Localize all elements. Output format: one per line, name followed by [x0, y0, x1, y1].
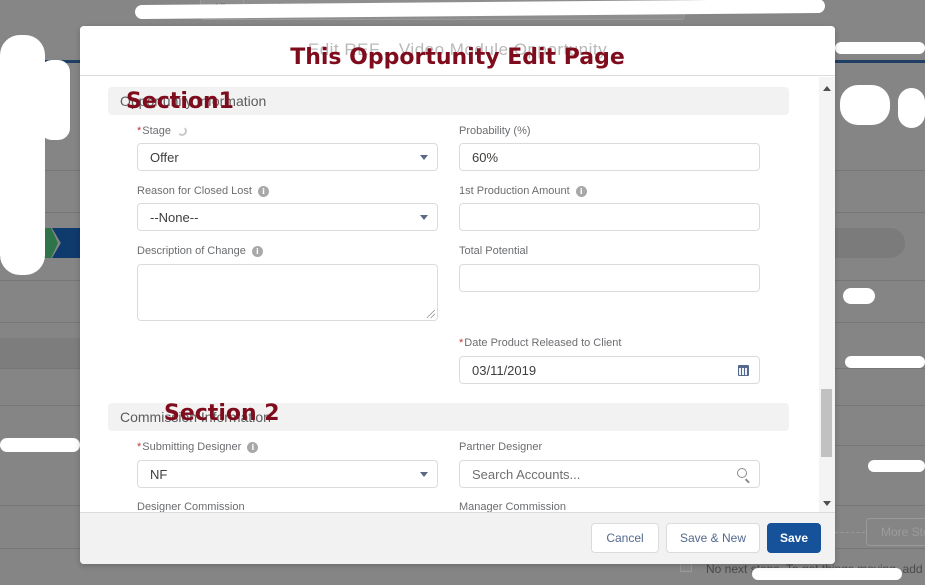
probability-value: 60% [472, 149, 499, 165]
redaction [845, 356, 925, 368]
redaction [840, 85, 890, 125]
redaction [868, 460, 925, 472]
scrollbar-thumb[interactable] [821, 389, 832, 457]
description-label: Description of Change i [137, 245, 263, 257]
release-date-label: *Date Product Released to Client [459, 337, 621, 349]
description-textarea[interactable] [137, 264, 438, 321]
designer-value: NF [150, 466, 168, 482]
required-marker: * [459, 337, 464, 349]
more-steps-label: More Steps [881, 525, 925, 539]
scroll-down-arrow-icon[interactable] [823, 501, 831, 506]
partner-designer-lookup[interactable]: Search Accounts... [459, 460, 760, 488]
required-marker: * [137, 125, 142, 137]
scroll-up-arrow-icon[interactable] [823, 86, 831, 91]
reason-closed-lost-select[interactable]: --None-- [137, 203, 438, 231]
submitting-designer-label: *Submitting Designer i [137, 441, 259, 453]
stage-select[interactable]: Offer [137, 143, 438, 171]
timeline-connector [835, 532, 865, 533]
first-production-amount-input[interactable] [459, 203, 760, 231]
label-text: 1st Production Amount [459, 185, 570, 197]
required-marker: * [137, 441, 142, 453]
label-text: Submitting Designer [142, 441, 242, 453]
redaction [0, 35, 45, 275]
redaction [0, 438, 80, 452]
first-production-amount-label: 1st Production Amount i [459, 185, 587, 197]
cancel-button[interactable]: Cancel [591, 523, 659, 553]
label-text: Stage [142, 125, 172, 137]
modal-scrollbar[interactable] [819, 77, 835, 514]
label-text: Partner Designer [459, 441, 543, 453]
calendar-icon[interactable] [738, 365, 749, 376]
label-text: Reason for Closed Lost [137, 185, 252, 197]
redaction [843, 288, 875, 304]
chevron-down-icon [420, 472, 428, 477]
label-text: Probability (%) [459, 125, 531, 137]
info-icon[interactable]: i [575, 185, 587, 197]
info-icon[interactable]: i [257, 185, 269, 197]
chevron-down-icon [420, 215, 428, 220]
redaction [898, 88, 925, 128]
lookup-placeholder: Search Accounts... [472, 466, 581, 482]
chevron-down-icon [420, 155, 428, 160]
save-button[interactable]: Save [767, 523, 821, 553]
label-text: Date Product Released to Client [464, 337, 622, 349]
more-steps-button: More Steps [866, 518, 925, 546]
reason-closed-lost-label: Reason for Closed Lost i [137, 185, 269, 197]
annotation-section-2: Section 2 [164, 401, 280, 426]
search-icon [737, 468, 747, 478]
label-text: Description of Change [137, 245, 246, 257]
label-text: Total Potential [459, 245, 529, 257]
partner-designer-label: Partner Designer [459, 441, 542, 453]
release-date-input[interactable]: 03/11/2019 [459, 356, 760, 384]
info-icon[interactable]: i [247, 441, 259, 453]
submitting-designer-select[interactable]: NF [137, 460, 438, 488]
save-and-new-button[interactable]: Save & New [666, 523, 760, 553]
redaction [752, 568, 902, 580]
modal-footer: Cancel Save & New Save [80, 512, 835, 564]
stage-value: Offer [150, 149, 179, 165]
redaction [835, 42, 925, 54]
modal-header: Edit REF... Video Module Opportunity Thi… [80, 26, 835, 76]
annotation-title: This Opportunity Edit Page [290, 45, 625, 70]
resize-handle-icon[interactable] [427, 310, 435, 318]
total-potential-label: Total Potential [459, 245, 528, 257]
modal-body: Opportunity Information Section1 *Stage … [80, 77, 835, 514]
total-potential-input[interactable] [459, 264, 760, 292]
probability-input[interactable]: 60% [459, 143, 760, 171]
stage-label: *Stage [137, 125, 188, 137]
spinner-icon [177, 126, 188, 136]
reason-value: --None-- [150, 209, 199, 225]
date-value: 03/11/2019 [472, 362, 537, 378]
redaction [40, 60, 70, 140]
annotation-section-1: Section1 [126, 89, 234, 114]
section-band [0, 338, 80, 368]
edit-opportunity-modal: Edit REF... Video Module Opportunity Thi… [80, 26, 835, 564]
probability-label: Probability (%) [459, 125, 531, 137]
info-icon[interactable]: i [251, 245, 263, 257]
